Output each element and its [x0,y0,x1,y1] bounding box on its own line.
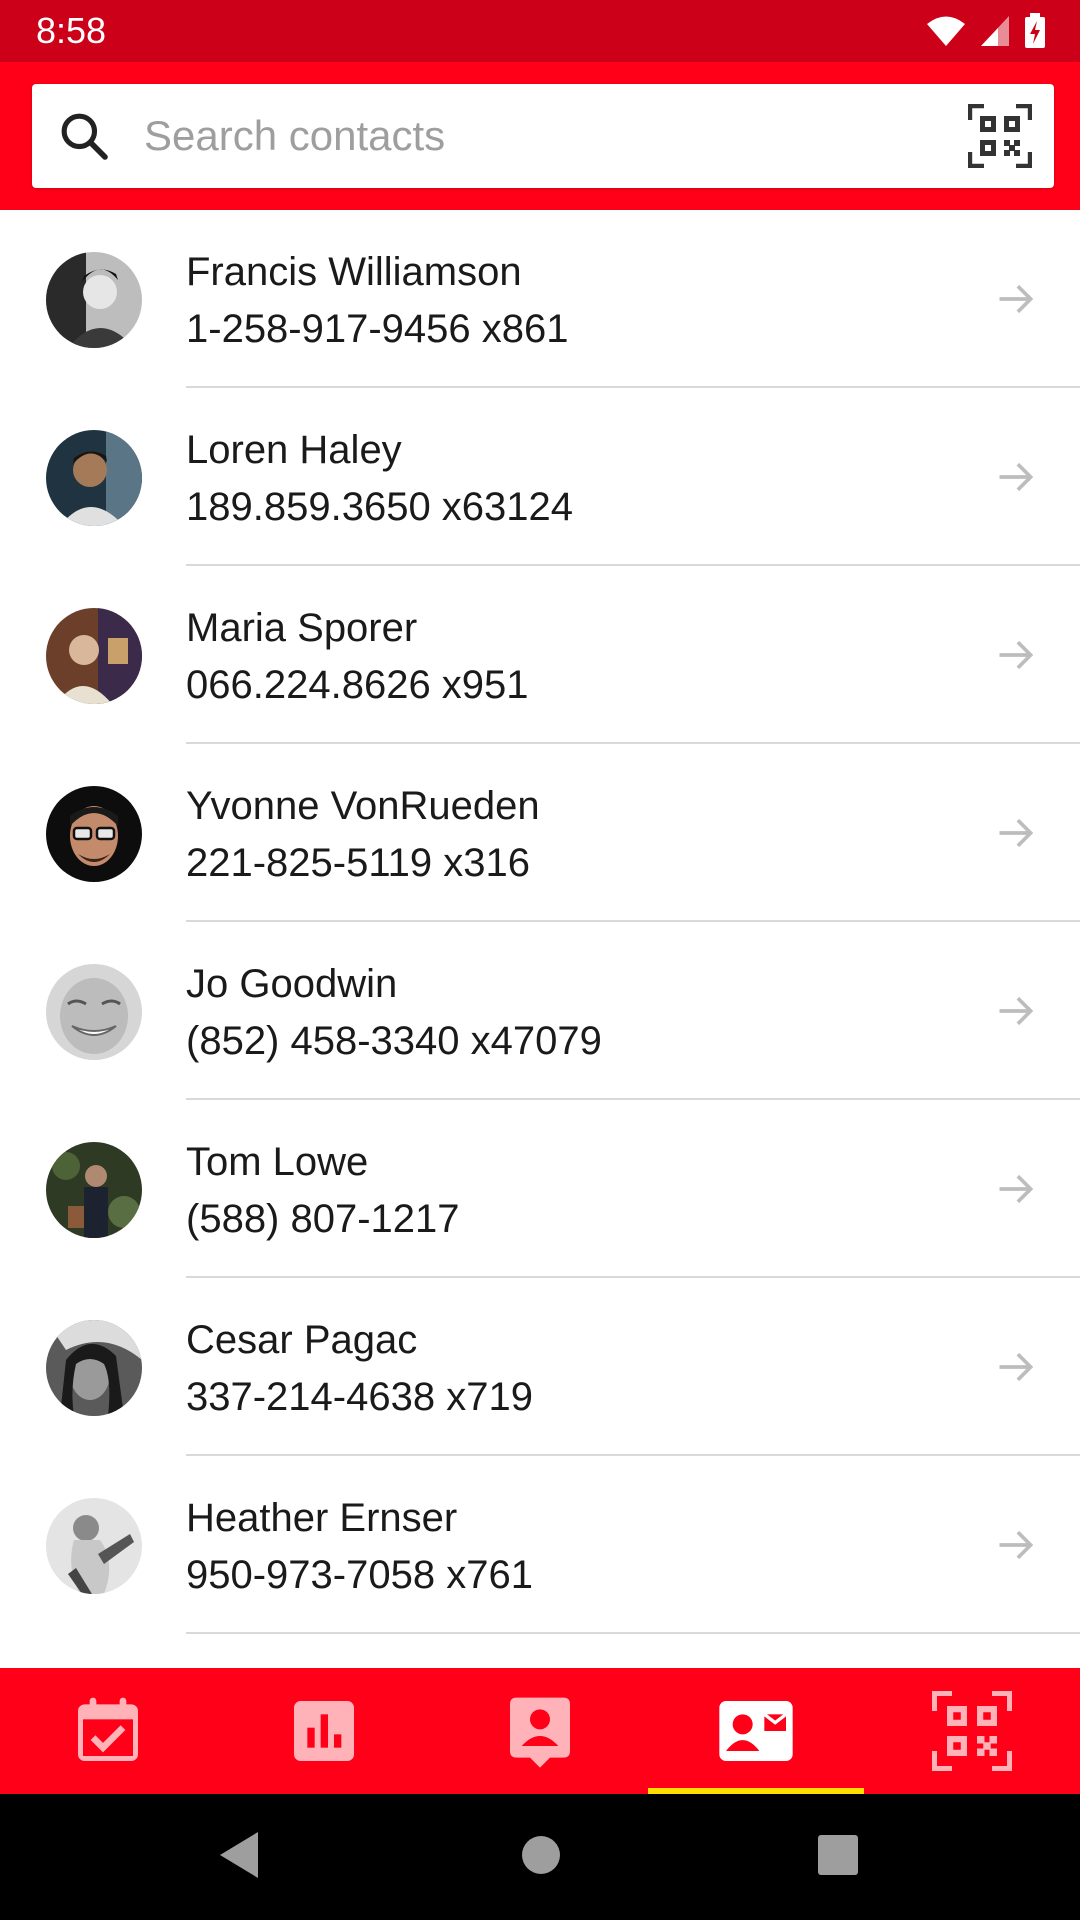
contact-name: Tom Lowe [186,1140,369,1184]
search-box[interactable] [32,84,1054,188]
contact-phone: 189.859.3650 x63124 [186,485,574,529]
avatar [46,608,142,704]
contact-list-item[interactable]: Cesar Pagac 337-214-4638 x719 [0,1278,1080,1456]
avatar [46,1320,142,1416]
status-bar: 8:58 [0,0,1080,62]
qr-code-icon [932,1691,1012,1771]
avatar [46,1142,142,1238]
contact-name: Heather Ernser [186,1496,458,1540]
contact-phone: 950-973-7058 x761 [186,1553,533,1597]
bottom-nav [0,1668,1080,1794]
contact-name: Yvonne VonRueden [186,784,540,828]
calendar-check-icon [78,1697,138,1761]
nav-tab-qr[interactable] [864,1668,1080,1794]
nav-tab-stats[interactable] [216,1668,432,1794]
contact-phone: 337-214-4638 x719 [186,1375,533,1419]
contact-list-item[interactable]: Heather Ernser 950-973-7058 x761 [0,1456,1080,1634]
contact-phone: (852) 458-3340 x47079 [186,1019,602,1063]
contact-card-mail-icon [719,1701,793,1761]
arrow-right-icon[interactable] [994,633,1038,677]
avatar [46,1498,142,1594]
contact-name: Francis Williamson [186,250,522,294]
nav-tab-calendar[interactable] [0,1668,216,1794]
contact-list-item[interactable]: Jo Goodwin (852) 458-3340 x47079 [0,922,1080,1100]
contact-phone: 1-258-917-9456 x861 [186,307,569,351]
contact-name: Cesar Pagac [186,1318,418,1362]
contact-phone: 066.224.8626 x951 [186,663,529,707]
contact-phone: (588) 807-1217 [186,1197,460,1241]
status-time: 8:58 [36,10,107,51]
nav-tab-contacts[interactable] [648,1668,864,1794]
contact-list-item[interactable]: Yvonne VonRueden 221-825-5119 x316 [0,744,1080,922]
bar-chart-icon [294,1701,354,1761]
contact-list-item[interactable]: Tom Lowe (588) 807-1217 [0,1100,1080,1278]
divider [186,1632,1080,1634]
home-icon[interactable] [520,1830,562,1880]
contact-phone: 221-825-5119 x316 [186,841,530,885]
arrow-right-icon[interactable] [994,989,1038,1033]
contact-name: Loren Haley [186,428,402,472]
arrow-right-icon[interactable] [994,1523,1038,1567]
arrow-right-icon[interactable] [994,455,1038,499]
battery-charging-icon [1025,13,1045,48]
arrow-right-icon[interactable] [994,277,1038,321]
back-icon[interactable] [216,1830,260,1880]
system-nav-bar [0,1794,1080,1920]
contact-name: Jo Goodwin [186,962,398,1006]
avatar [46,964,142,1060]
contact-list-item[interactable]: Maria Sporer 066.224.8626 x951 [0,566,1080,744]
arrow-right-icon[interactable] [994,811,1038,855]
avatar [46,252,142,348]
app-header [0,62,1080,210]
qr-scan-icon[interactable] [968,104,1032,168]
contact-badge-icon [510,1697,570,1768]
search-icon [61,113,108,160]
contact-list-item[interactable]: Loren Haley 189.859.3650 x63124 [0,388,1080,566]
status-icons [926,12,1046,50]
arrow-right-icon[interactable] [994,1345,1038,1389]
avatar [46,786,142,882]
search-input[interactable] [144,96,964,176]
nav-tab-profile[interactable] [432,1668,648,1794]
arrow-right-icon[interactable] [994,1167,1038,1211]
contact-list-item[interactable]: Francis Williamson 1-258-917-9456 x861 [0,210,1080,388]
signal-icon [981,16,1009,46]
avatar [46,430,142,526]
recents-icon[interactable] [816,1830,860,1880]
contact-list: Francis Williamson 1-258-917-9456 x861 L… [0,210,1080,1634]
wifi-icon [927,16,965,46]
contact-name: Maria Sporer [186,606,418,650]
